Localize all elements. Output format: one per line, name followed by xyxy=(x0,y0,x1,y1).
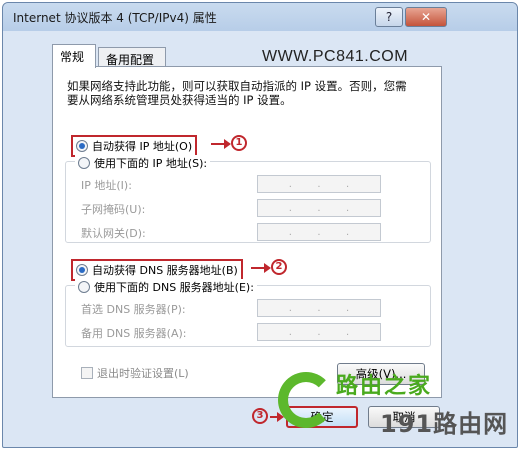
alternate-dns-label: 备用 DNS 服务器(A): xyxy=(81,327,187,340)
validate-checkbox[interactable] xyxy=(81,367,93,379)
auto-dns-label: 自动获得 DNS 服务器地址(B) xyxy=(92,264,238,277)
help-button[interactable]: ? xyxy=(375,7,403,27)
manual-dns-radio[interactable] xyxy=(78,281,90,293)
auto-dns-radio[interactable] xyxy=(76,264,88,276)
preferred-dns-input: ... xyxy=(257,299,381,317)
auto-ip-label: 自动获得 IP 地址(O) xyxy=(92,140,193,153)
ip-dot: . xyxy=(288,302,292,314)
ip-dot: . xyxy=(317,302,321,314)
manual-dns-radio-row[interactable]: 使用下面的 DNS 服务器地址(E): xyxy=(75,279,257,295)
watermark-logo: 路由之家 191路由网 xyxy=(270,364,520,450)
description-text: 如果网络支持此功能，则可以获取自动指派的 IP 设置。否则，您需要从网络系统管理… xyxy=(67,79,407,107)
tab-general[interactable]: 常规 xyxy=(52,44,96,68)
manual-ip-radio-row[interactable]: 使用下面的 IP 地址(S): xyxy=(75,155,211,171)
window-title: Internet 协议版本 4 (TCP/IPv4) 属性 xyxy=(13,11,217,25)
default-gateway-input: ... xyxy=(257,223,381,241)
ip-address-label: IP 地址(I): xyxy=(81,179,132,192)
manual-ip-label: 使用下面的 IP 地址(S): xyxy=(94,157,208,170)
auto-ip-radio[interactable] xyxy=(76,140,88,152)
default-gateway-label: 默认网关(D): xyxy=(81,227,146,240)
logo-text-2: 191路由网 xyxy=(380,410,509,438)
ip-dot: . xyxy=(288,326,292,338)
alternate-dns-input: ... xyxy=(257,323,381,341)
annotation-arrow-2 xyxy=(251,263,271,273)
manual-dns-label: 使用下面的 DNS 服务器地址(E): xyxy=(94,281,254,294)
ip-dot: . xyxy=(317,326,321,338)
subnet-mask-input: ... xyxy=(257,199,381,217)
ip-dot: . xyxy=(346,202,350,214)
preferred-dns-label: 首选 DNS 服务器(P): xyxy=(81,303,186,316)
ip-dot: . xyxy=(346,226,350,238)
validate-label: 退出时验证设置(L) xyxy=(97,367,189,380)
ip-dot: . xyxy=(288,226,292,238)
validate-checkbox-row[interactable]: 退出时验证设置(L) xyxy=(81,365,189,381)
logo-g-icon xyxy=(278,372,334,428)
ip-dot: . xyxy=(346,302,350,314)
ip-address-input: ... xyxy=(257,175,381,193)
ip-dot: . xyxy=(288,178,292,190)
tab-alternate-config[interactable]: 备用配置 xyxy=(98,47,166,67)
annotation-arrow-1 xyxy=(211,139,231,149)
ip-dot: . xyxy=(346,326,350,338)
ip-dot: . xyxy=(288,202,292,214)
manual-ip-radio[interactable] xyxy=(78,157,90,169)
ip-dot: . xyxy=(317,178,321,190)
close-button[interactable]: ✕ xyxy=(405,7,447,27)
ip-dot: . xyxy=(317,226,321,238)
general-panel: 如果网络支持此功能，则可以获取自动指派的 IP 设置。否则，您需要从网络系统管理… xyxy=(52,66,442,398)
title-bar[interactable]: Internet 协议版本 4 (TCP/IPv4) 属性 ? ✕ xyxy=(3,3,517,31)
auto-dns-radio-row[interactable]: 自动获得 DNS 服务器地址(B) xyxy=(71,259,243,281)
annotation-number-3: 3 xyxy=(252,408,268,424)
ip-dot: . xyxy=(346,178,350,190)
logo-text-1: 路由之家 xyxy=(336,374,433,399)
watermark-url: WWW.PC841.COM xyxy=(262,48,409,65)
annotation-number-1: 1 xyxy=(231,135,247,151)
annotation-number-2: 2 xyxy=(271,259,287,275)
ip-dot: . xyxy=(317,202,321,214)
subnet-mask-label: 子网掩码(U): xyxy=(81,203,146,216)
auto-ip-radio-row[interactable]: 自动获得 IP 地址(O) xyxy=(71,135,198,157)
